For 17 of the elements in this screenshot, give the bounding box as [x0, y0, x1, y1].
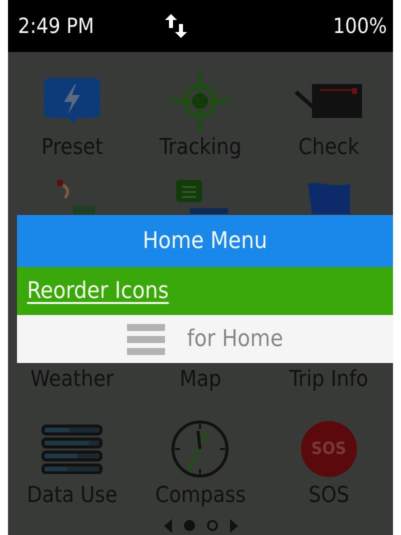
flag-icon	[306, 180, 352, 214]
lightning-bubble-icon	[43, 76, 102, 126]
page-dot[interactable]	[206, 520, 218, 531]
drag-handle-icon	[126, 324, 165, 354]
crosshair-icon	[169, 70, 232, 132]
right-arrow-icon[interactable]	[230, 518, 238, 532]
menu-item[interactable]: for Home	[17, 315, 393, 363]
left-arrow-icon[interactable]	[164, 518, 172, 532]
compass-dial-icon	[170, 419, 230, 479]
menu-title: Home Menu	[17, 215, 393, 267]
data-transfer-icon	[164, 14, 186, 38]
menu-item[interactable]: Reorder Icons	[17, 267, 393, 315]
clock-time: 2:49 PM	[18, 14, 96, 38]
device-screen-icon	[294, 82, 364, 120]
page-dot[interactable]	[184, 520, 194, 531]
battery-level: 100%	[333, 14, 388, 38]
data-bars-icon	[41, 424, 104, 474]
